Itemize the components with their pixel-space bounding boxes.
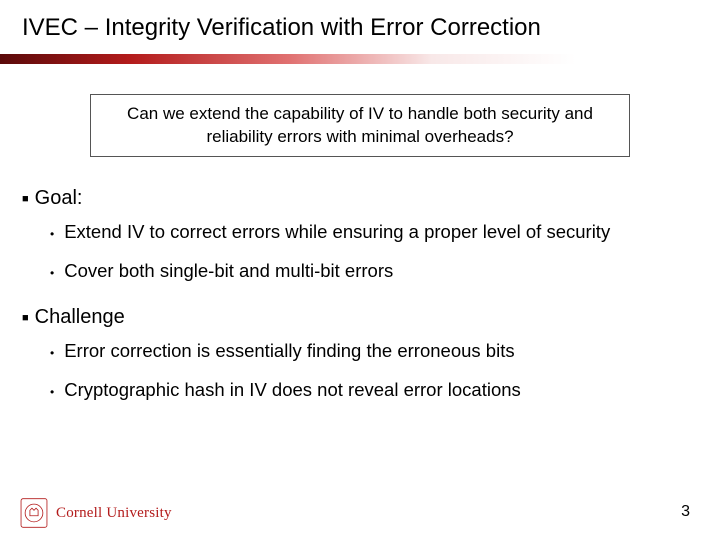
list-item-text: Cover both single-bit and multi-bit erro… <box>64 259 698 284</box>
bullet-dot-icon: • <box>50 265 54 281</box>
brand-wordmark: Cornell University <box>56 505 172 522</box>
bullet-dot-icon: • <box>50 345 54 361</box>
section-heading-label: Challenge <box>35 306 125 329</box>
bullet-dot-icon: • <box>50 384 54 400</box>
list-item-text: Error correction is essentially finding … <box>64 339 698 364</box>
slide: IVEC – Integrity Verification with Error… <box>0 0 720 540</box>
section-heading-label: Goal: <box>35 187 83 210</box>
brand-block: Cornell University <box>20 498 172 528</box>
list-item: • Cryptographic hash in IV does not reve… <box>50 378 698 403</box>
bullet-dot-icon: • <box>50 226 54 242</box>
page-title: IVEC – Integrity Verification with Error… <box>22 14 698 42</box>
challenge-list: • Error correction is essentially findin… <box>50 339 698 403</box>
list-item: • Error correction is essentially findin… <box>50 339 698 364</box>
footer: Cornell University 3 <box>20 498 700 528</box>
section-heading-goal: ■ Goal: <box>22 187 698 210</box>
list-item-text: Extend IV to correct errors while ensuri… <box>64 220 698 245</box>
goal-list: • Extend IV to correct errors while ensu… <box>50 220 698 284</box>
list-item: • Cover both single-bit and multi-bit er… <box>50 259 698 284</box>
question-callout: Can we extend the capability of IV to ha… <box>90 94 630 158</box>
list-item-text: Cryptographic hash in IV does not reveal… <box>64 378 698 403</box>
bullet-square-icon: ■ <box>22 312 29 324</box>
title-divider <box>0 54 720 64</box>
list-item: • Extend IV to correct errors while ensu… <box>50 220 698 245</box>
bullet-square-icon: ■ <box>22 193 29 205</box>
university-seal-icon <box>20 498 48 528</box>
page-number: 3 <box>681 503 690 521</box>
section-heading-challenge: ■ Challenge <box>22 306 698 329</box>
